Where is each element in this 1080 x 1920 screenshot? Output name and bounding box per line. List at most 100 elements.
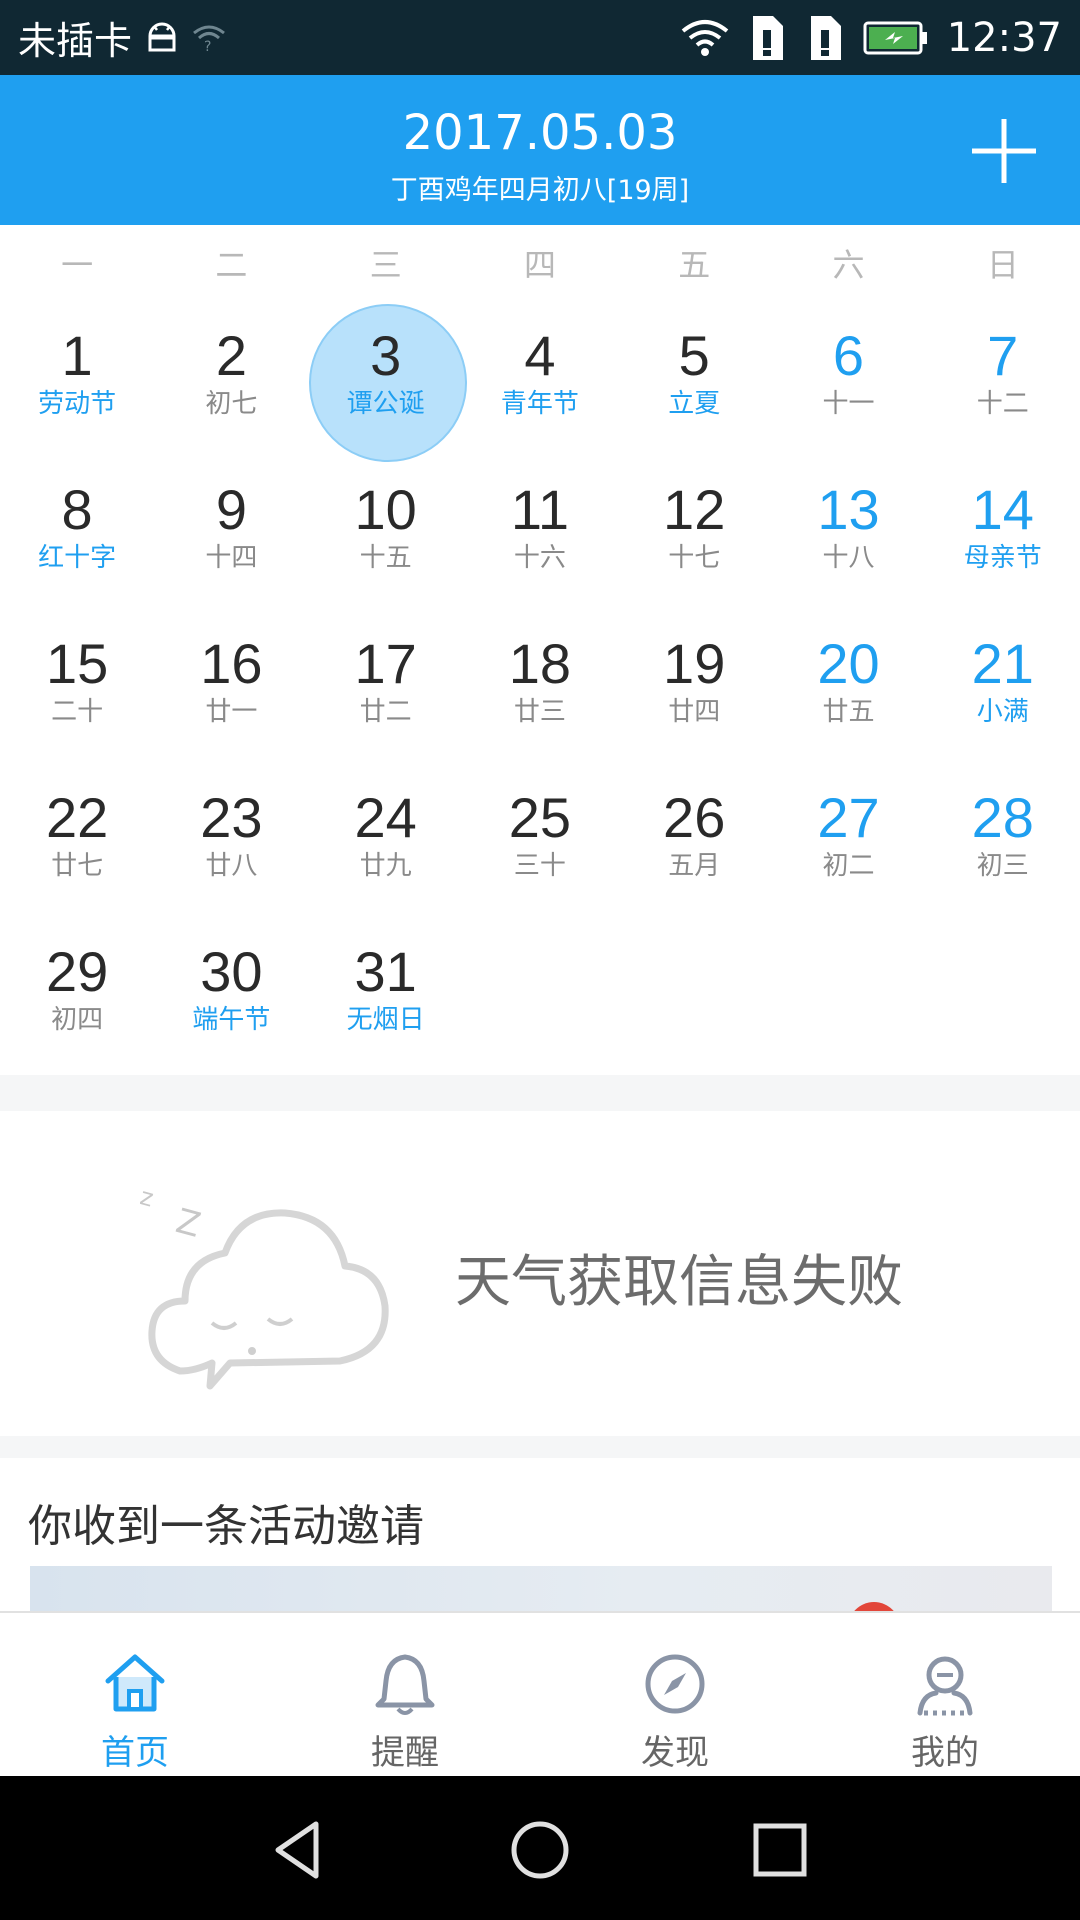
calendar-day-today[interactable]: 3 谭公诞 (308, 300, 467, 462)
compass-icon (645, 1654, 705, 1714)
calendar-day[interactable]: 16 廿一 (154, 608, 308, 762)
day-number: 9 (215, 478, 247, 541)
lunar-day-label: 二十 (51, 697, 104, 727)
day-number: 23 (200, 786, 263, 849)
home-circle-icon[interactable] (508, 1818, 572, 1882)
section-divider (0, 1075, 1080, 1111)
calendar-day[interactable]: 28 初三 (926, 762, 1080, 916)
calendar-grid: 1 劳动节 2 初七 3 谭公诞 4 青年节 5 立夏 6 十一 7 十二 8 红十字 9 十四 10 十五 11 十六 1… (0, 300, 1080, 1070)
calendar-day[interactable]: 11 十六 (463, 454, 617, 608)
weekday-row: 一 二 三 四 五 六 日 (0, 240, 1080, 290)
add-button[interactable] (968, 115, 1040, 187)
festival-label: 端午节 (192, 1005, 271, 1035)
calendar-day[interactable]: 2 初七 (154, 300, 308, 454)
weekday-label: 三 (369, 246, 402, 284)
calendar-day[interactable]: 1 劳动节 (0, 300, 154, 454)
tab-home-label: 首页 (101, 1733, 169, 1773)
day-number: 8 (61, 478, 93, 541)
calendar-day[interactable]: 7 十二 (926, 300, 1080, 454)
calendar-day[interactable]: 18 廿三 (463, 608, 617, 762)
day-number: 4 (524, 324, 556, 387)
weekday-label: 五 (678, 246, 711, 284)
sim-1-icon (752, 15, 783, 60)
calendar-day[interactable]: 19 廿四 (617, 608, 771, 762)
day-number: 29 (45, 940, 109, 1003)
festival-label: 劳动节 (38, 389, 117, 419)
lunar-day-label: 初二 (822, 851, 875, 881)
day-number: 5 (678, 324, 710, 387)
calendar-day[interactable]: 21 小满 (926, 608, 1080, 762)
day-number: 18 (508, 632, 572, 695)
lunar-day-label: 十六 (513, 543, 566, 573)
recents-icon[interactable] (748, 1818, 812, 1882)
calendar-day[interactable]: 26 五月 (617, 762, 771, 916)
calendar-day[interactable]: 25 三十 (463, 762, 617, 916)
day-number: 30 (200, 940, 263, 1003)
wifi-unknown-icon: ? (193, 25, 225, 53)
day-number: 7 (987, 324, 1019, 387)
svg-text:?: ? (204, 39, 211, 53)
lunar-day-label: 廿七 (51, 851, 104, 881)
calendar-day[interactable]: 9 十四 (154, 454, 308, 608)
calendar-header: 2017.05.03 丁酉鸡年四月初八[19周] (0, 75, 1080, 225)
calendar-day[interactable]: 24 廿九 (309, 762, 463, 916)
calendar-day[interactable]: 29 初四 (0, 916, 154, 1070)
tab-reminder-label: 提醒 (371, 1733, 439, 1773)
profile-icon (917, 1656, 973, 1716)
day-number: 22 (45, 786, 109, 849)
day-number: 1 (61, 324, 93, 387)
tab-discover[interactable]: 发现 (540, 1613, 810, 1776)
day-number: 17 (354, 632, 417, 695)
calendar-day[interactable]: 23 廿八 (154, 762, 308, 916)
battery-charging-icon (863, 21, 927, 54)
day-number: 11 (510, 478, 569, 541)
calendar-day[interactable]: 14 母亲节 (926, 454, 1080, 608)
calendar-day[interactable]: 15 二十 (0, 608, 154, 762)
day-number: 20 (817, 632, 880, 695)
calendar-day[interactable]: 17 廿二 (309, 608, 463, 762)
calendar-day[interactable]: 12 十七 (617, 454, 771, 608)
day-number: 15 (45, 632, 109, 695)
tab-discover-label: 发现 (641, 1733, 709, 1773)
tab-home[interactable]: 首页 (0, 1613, 270, 1776)
lunar-day-label: 十八 (822, 543, 875, 573)
tab-mine[interactable]: 我的 (810, 1613, 1080, 1776)
calendar-day[interactable]: 5 立夏 (617, 300, 771, 454)
lunar-day-label: 初三 (976, 851, 1029, 881)
calendar-day[interactable]: 20 廿五 (771, 608, 925, 762)
calendar-day[interactable]: 4 青年节 (463, 300, 617, 454)
day-number: 6 (832, 324, 865, 387)
selected-date[interactable]: 2017.05.03 (0, 105, 1080, 161)
invite-banner[interactable] (30, 1566, 1052, 1611)
festival-label: 谭公诞 (346, 389, 425, 419)
calendar-day[interactable]: 13 十八 (771, 454, 925, 608)
festival-label: 立夏 (668, 389, 721, 419)
calendar-day[interactable]: 6 十一 (771, 300, 925, 454)
tab-reminder[interactable]: 提醒 (270, 1613, 540, 1776)
calendar-day[interactable]: 31 无烟日 (309, 916, 463, 1070)
lunar-day-label: 初七 (205, 389, 258, 419)
bell-icon (375, 1654, 435, 1715)
lunar-day-label: 廿八 (205, 851, 258, 881)
day-number: 31 (354, 940, 417, 1003)
lunar-day-label: 廿四 (668, 697, 721, 727)
svg-text:z: z (140, 1182, 156, 1212)
weather-card[interactable]: z z Z 天气获取信息失败 (0, 1111, 1080, 1436)
svg-text:Z: Z (172, 1201, 205, 1246)
calendar-day[interactable]: 8 红十字 (0, 454, 154, 608)
lunar-day-label: 十四 (205, 543, 258, 573)
calendar-day[interactable]: 30 端午节 (154, 916, 308, 1070)
weather-error-message: 天气获取信息失败 (455, 1250, 903, 1315)
back-icon[interactable] (268, 1818, 332, 1882)
lunar-day-label: 三十 (513, 851, 566, 881)
festival-label: 小满 (976, 697, 1029, 727)
invite-title: 你收到一条活动邀请 (28, 1501, 424, 1552)
lunar-day-label: 廿三 (513, 697, 566, 727)
day-number: 28 (971, 786, 1034, 849)
sim-2-icon (810, 15, 841, 60)
day-number: 26 (663, 786, 726, 849)
calendar-day[interactable]: 27 初二 (771, 762, 925, 916)
day-number: 10 (354, 478, 417, 541)
calendar-day[interactable]: 10 十五 (309, 454, 463, 608)
calendar-day[interactable]: 22 廿七 (0, 762, 154, 916)
